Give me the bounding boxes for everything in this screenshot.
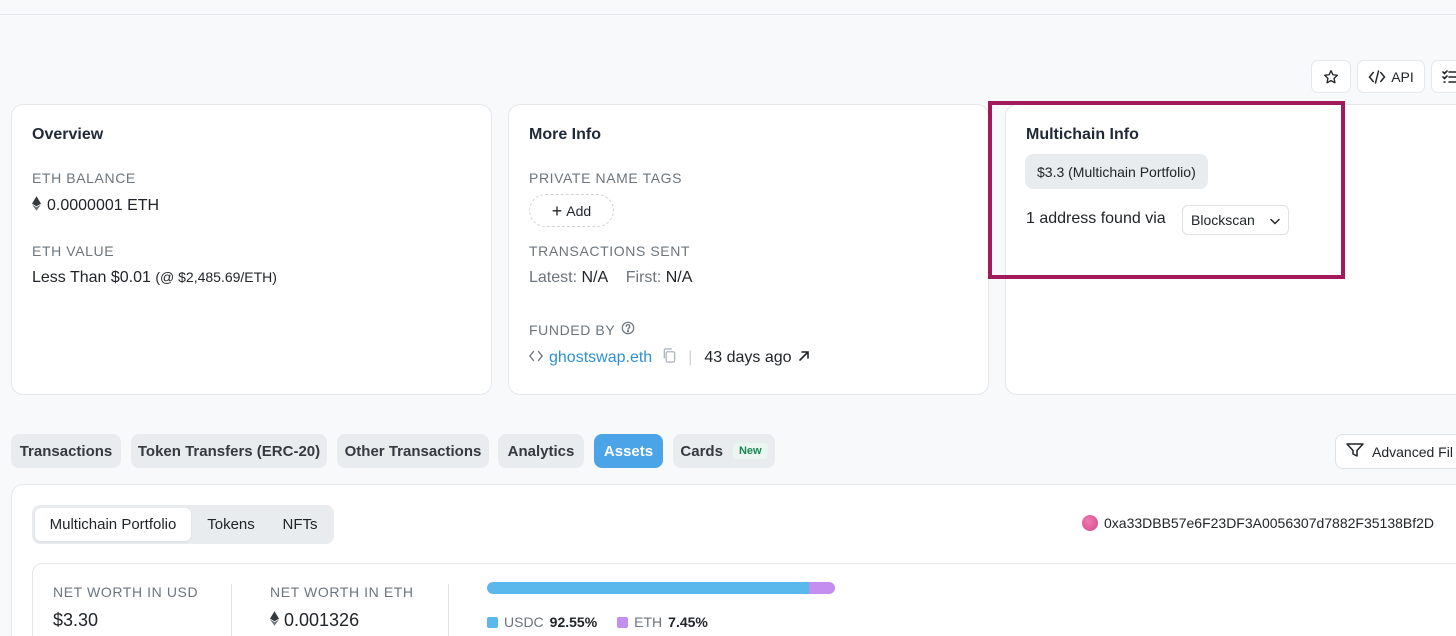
funded-by-row: ghostswap.eth | 43 days ago	[528, 348, 810, 368]
more-info-title: More Info	[529, 126, 601, 143]
usdc-swatch	[487, 616, 498, 628]
funded-age: 43 days ago	[704, 349, 792, 366]
eth-value: Less Than $0.01 (@ $2,485.69/ETH)	[32, 269, 277, 287]
allocation-segment-eth	[809, 582, 835, 594]
eth-legend-name: ETH	[634, 614, 663, 630]
wallet-address-text: 0xa33DBB57e6F23DF3A0056307d7882F35138Bf2…	[1104, 515, 1435, 531]
tab-analytics[interactable]: Analytics	[498, 434, 584, 468]
plus-icon: +	[551, 200, 563, 221]
eth-value-main: Less Than $0.01	[32, 269, 151, 286]
net-worth-panel: NET WORTH IN USD $3.30 NET WORTH IN ETH …	[32, 563, 1456, 636]
star-icon	[1323, 69, 1339, 85]
copy-icon[interactable]	[662, 348, 676, 368]
contract-code-icon	[528, 349, 544, 368]
new-badge: New	[732, 443, 768, 459]
segment-nfts[interactable]: NFTs	[270, 508, 330, 541]
more-info-card: More Info PRIVATE NAME TAGS + Add TRANSA…	[508, 104, 989, 395]
advanced-filter-label: Advanced Fil	[1372, 443, 1453, 460]
address-avatar	[1082, 515, 1098, 531]
divider	[231, 584, 232, 636]
overview-card: Overview ETH BALANCE 0.0000001 ETH ETH V…	[11, 104, 492, 395]
assets-panel: Multichain Portfolio Tokens NFTs 0xa33DB…	[11, 484, 1456, 636]
code-icon	[1368, 69, 1386, 84]
transactions-sent: Latest: N/A First: N/A	[529, 269, 692, 287]
first-value: N/A	[665, 269, 693, 286]
usdc-legend-percent: 92.55%	[549, 614, 598, 630]
top-divider	[0, 14, 1456, 15]
overview-title: Overview	[32, 126, 104, 143]
add-name-tag-button[interactable]: + Add	[529, 194, 614, 227]
tab-other-transactions[interactable]: Other Transactions	[337, 434, 489, 468]
tab-cards-label: Cards	[680, 442, 723, 460]
net-worth-usd-label: NET WORTH IN USD	[53, 584, 199, 600]
eth-balance-label: ETH BALANCE	[32, 170, 136, 186]
assets-segmented-control: Multichain Portfolio Tokens NFTs	[32, 505, 334, 544]
first-label: First:	[625, 269, 662, 286]
advanced-filter-button[interactable]: Advanced Fil	[1335, 434, 1456, 469]
net-worth-usd-value: $3.30	[53, 610, 99, 630]
eth-value-rate: (@ $2,485.69/ETH)	[155, 269, 277, 285]
ethereum-icon	[270, 610, 279, 631]
api-label: API	[1391, 68, 1414, 85]
checklist-icon	[1442, 69, 1456, 84]
annotation-highlight-box	[988, 101, 1345, 279]
eth-swatch	[617, 616, 629, 628]
allocation-segment-usdc	[487, 582, 810, 594]
funded-by: FUNDED BY	[529, 321, 635, 338]
favorite-button[interactable]	[1311, 60, 1351, 93]
checklist-button[interactable]	[1431, 60, 1456, 93]
filter-icon	[1346, 443, 1364, 460]
funded-by-label: FUNDED BY	[529, 321, 616, 338]
segment-tokens[interactable]: Tokens	[195, 508, 267, 541]
segment-multichain-portfolio[interactable]: Multichain Portfolio	[35, 508, 191, 541]
private-name-tags-label: PRIVATE NAME TAGS	[529, 170, 683, 186]
tab-assets[interactable]: Assets	[594, 434, 663, 468]
tab-cards[interactable]: Cards New	[673, 434, 775, 468]
tab-token-transfers[interactable]: Token Transfers (ERC-20)	[131, 434, 327, 468]
eth-value-label: ETH VALUE	[32, 243, 115, 259]
latest-value: N/A	[581, 269, 608, 286]
transactions-sent-label: TRANSACTIONS SENT	[529, 243, 691, 259]
separator: |	[688, 349, 693, 366]
eth-balance-value: 0.0000001 ETH	[47, 197, 160, 214]
allocation-legend: USDC 92.55% ETH 7.45%	[487, 614, 722, 630]
ethereum-icon	[32, 196, 41, 216]
tab-transactions[interactable]: Transactions	[11, 434, 121, 468]
eth-balance: 0.0000001 ETH	[32, 196, 159, 216]
help-icon[interactable]	[621, 321, 635, 338]
wallet-address: 0xa33DBB57e6F23DF3A0056307d7882F35138Bf2…	[1082, 515, 1434, 531]
usdc-legend-name: USDC	[504, 614, 544, 630]
arrow-up-right-icon[interactable]	[798, 349, 810, 367]
eth-legend-percent: 7.45%	[668, 614, 708, 630]
api-button[interactable]: API	[1357, 60, 1425, 93]
latest-label: Latest:	[529, 269, 578, 286]
add-label: Add	[566, 202, 592, 219]
net-worth-eth-value: 0.001326	[284, 610, 360, 630]
net-worth-eth: 0.001326	[270, 610, 359, 631]
divider	[448, 584, 449, 636]
allocation-bar	[487, 582, 835, 594]
funded-by-link[interactable]: ghostswap.eth	[549, 349, 652, 367]
net-worth-eth-label: NET WORTH IN ETH	[270, 584, 414, 600]
